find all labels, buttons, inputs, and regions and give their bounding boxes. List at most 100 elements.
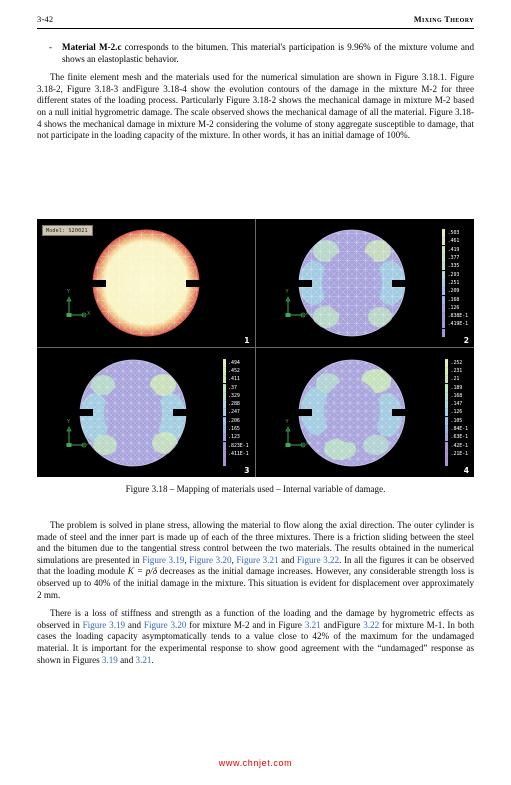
specimen-disc-panel-2 — [295, 229, 408, 337]
lower-text-block: The problem is solved in plane stress, a… — [37, 520, 474, 673]
color-legend-panel-3: .494 .452.411.37.329 .288.247.206 .165.123.… — [222, 358, 249, 467]
axis-label-y: Y — [285, 289, 289, 295]
legend-color-swatch — [442, 303, 446, 312]
legend-row: .419E-1 — [442, 320, 468, 329]
legend-color-swatch — [445, 416, 449, 425]
notch-left — [89, 279, 106, 287]
p3-seg3: for mixture M-2 and in Figure — [186, 619, 305, 630]
legend-row: .123 — [222, 433, 249, 442]
legend-color-swatch — [222, 375, 226, 384]
notch-right — [391, 409, 408, 416]
legend-color-swatch — [222, 408, 226, 417]
bullet-lead-bold: Material M-2.c — [62, 42, 122, 52]
upper-text-block: - Material M-2.c corresponds to the bitu… — [37, 42, 474, 149]
legend-row: .293 — [442, 270, 468, 279]
legend-value-label: .123 — [228, 434, 240, 441]
legend-color-swatch — [445, 375, 449, 384]
legend-color-swatch — [445, 391, 449, 400]
legend-value-label: .251 — [447, 279, 460, 286]
axis-triad-icon: Y X — [59, 289, 93, 325]
legend-value-label: .293 — [447, 271, 460, 278]
bullet-text: Material M-2.c corresponds to the bitume… — [62, 42, 474, 65]
xref-figure-3-21-b[interactable]: 3.21 — [305, 620, 321, 630]
legend-value-label: .126 — [447, 304, 460, 311]
legend-color-swatch — [442, 287, 446, 296]
header-page-number: 3-42 — [37, 14, 54, 24]
formula-loading-module: K = p/δ — [127, 566, 158, 577]
xref-figure-3-19-b[interactable]: Figure 3.19 — [83, 620, 126, 630]
legend-value-label: .21 — [450, 376, 460, 383]
legend-color-swatch — [445, 449, 449, 458]
legend-color-swatch — [445, 383, 449, 392]
legend-color-swatch — [442, 245, 446, 254]
legend-row: .105 — [445, 416, 468, 425]
legend-value-label: .209 — [447, 288, 460, 295]
color-legend-panel-2: .503.461.419 .377.335.293.251 .209.168.126… — [442, 229, 468, 337]
xref-figure-3-19-a[interactable]: Figure 3.19 — [142, 555, 184, 565]
notch-right — [391, 279, 408, 287]
figure-3-18: Model: S20021 Y X 1 Y X .503 .461 .419 .… — [37, 219, 474, 494]
xref-figure-3-20-b[interactable]: Figure 3.20 — [144, 620, 187, 630]
figure-panel-4: Y X .252 .231 .21 .189 .168 .147 .126 .1… — [255, 348, 474, 477]
legend-color-swatch — [222, 433, 226, 442]
legend-row: .206 — [222, 416, 249, 425]
figure-panel-2: Y X .503 .461 .419 .377 .335 .293 .251 .… — [255, 219, 474, 348]
axis-label-y: Y — [67, 419, 71, 425]
xref-figure-3-21-a[interactable]: Figure 3.21 — [236, 555, 278, 565]
legend-row: .165 — [222, 425, 249, 434]
legend-color-swatch — [442, 229, 446, 238]
legend-value-label: .494 — [228, 359, 240, 366]
color-legend-panel-4: .252 .231.21.189.168 .147.126.105 .84E-1.63… — [445, 358, 469, 467]
legend-value-label: .452 — [228, 368, 240, 375]
axis-label-y: Y — [67, 289, 71, 295]
axis-label-y: Y — [285, 419, 289, 425]
legend-color-swatch — [222, 441, 226, 450]
p3-seg7: . — [151, 654, 154, 665]
xref-figure-3-22-a[interactable]: Figure 3.22 — [297, 555, 339, 565]
legend-color-swatch — [222, 416, 226, 425]
legend-value-label: .823E-1 — [228, 442, 249, 449]
legend-row: .252 — [445, 358, 468, 367]
legend-row: .168 — [442, 295, 468, 304]
notch-left — [76, 409, 93, 416]
legend-value-label: .411 — [228, 376, 240, 383]
p3-seg4: andFigure — [320, 619, 364, 630]
legend-row: .126 — [445, 408, 468, 417]
legend-color-swatch — [222, 400, 226, 409]
p3-seg2: and — [125, 619, 144, 630]
legend-value-label: .377 — [447, 255, 460, 262]
legend-color-swatch — [442, 262, 446, 271]
legend-row: .231 — [445, 367, 468, 376]
xref-figure-3-20-a[interactable]: Figure 3.20 — [189, 555, 231, 565]
document-page: 3-42 Mixing Theory - Material M-2.c corr… — [0, 0, 511, 785]
bullet-dash-marker: - — [49, 42, 53, 52]
panel-number: 3 — [244, 466, 250, 475]
legend-color-swatch — [222, 358, 226, 367]
xref-figure-3-22-b[interactable]: 3.22 — [363, 620, 379, 630]
legend-row: .411E-1 — [222, 449, 249, 458]
legend-color-swatch — [442, 278, 446, 287]
legend-color-swatch — [222, 458, 226, 467]
legend-value-label: .37 — [228, 384, 237, 391]
legend-value-label: .838E-1 — [447, 313, 468, 320]
legend-row: .37 — [222, 383, 249, 392]
damage-contour-graphic — [298, 359, 406, 466]
legend-value-label: .461 — [447, 238, 460, 245]
panel-number: 1 — [244, 336, 250, 345]
xref-figure-3-19-c[interactable]: 3.19 — [102, 655, 118, 665]
legend-color-swatch — [442, 295, 446, 304]
figure-caption: Figure 3.18 – Mapping of materials used … — [125, 484, 386, 494]
legend-row: .63E-1 — [445, 433, 468, 442]
legend-value-label: .288 — [228, 401, 240, 408]
p2-seg4: and — [278, 554, 297, 565]
xref-figure-3-21-c[interactable]: 3.21 — [136, 655, 152, 665]
legend-color-swatch — [442, 237, 446, 246]
legend-value-label: .42E-1 — [450, 442, 469, 449]
legend-color-swatch — [222, 383, 226, 392]
legend-value-label: .147 — [450, 401, 463, 408]
legend-row: .84E-1 — [445, 425, 468, 434]
material-map-graphic — [92, 229, 200, 337]
legend-row: .288 — [222, 400, 249, 409]
legend-row: .823E-1 — [222, 441, 249, 450]
legend-value-label: .21E-1 — [450, 450, 469, 457]
